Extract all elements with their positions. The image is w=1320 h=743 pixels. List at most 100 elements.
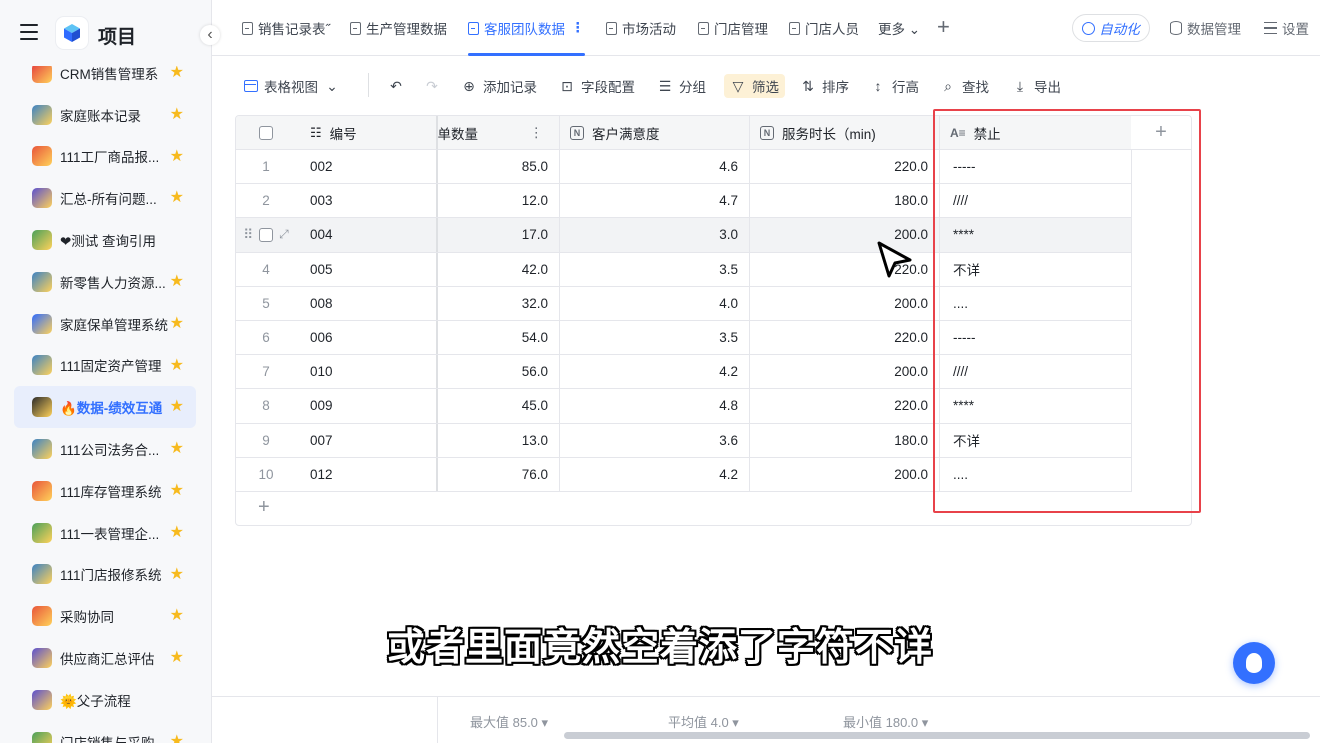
cell-satisfaction[interactable]: 4.0 bbox=[560, 286, 750, 320]
cell-qty[interactable]: 54.0 bbox=[438, 321, 560, 355]
tab-more-dropdown[interactable]: 更多 ⌄ bbox=[878, 18, 920, 38]
cell-satisfaction[interactable]: 4.8 bbox=[560, 389, 750, 423]
add-column-icon[interactable]: + bbox=[1131, 116, 1191, 150]
cell-forbidden[interactable]: //// bbox=[940, 355, 1132, 389]
add-record-button[interactable]: ⊕ 添加记录 bbox=[461, 76, 537, 96]
stat-max[interactable]: 最大值 85.0 ▾ bbox=[470, 712, 548, 731]
cell-forbidden[interactable]: **** bbox=[940, 218, 1132, 252]
menu-icon[interactable] bbox=[20, 24, 38, 42]
cell-id[interactable]: 006 bbox=[296, 321, 438, 355]
help-assistant-button[interactable] bbox=[1233, 642, 1275, 684]
table-row[interactable]: 2 003 12.0 4.7 180.0//// bbox=[236, 184, 1132, 219]
sidebar-item[interactable]: 111公司法务合... ★ bbox=[14, 428, 196, 470]
settings-button[interactable]: 设置 bbox=[1264, 18, 1309, 38]
cell-satisfaction[interactable]: 4.2 bbox=[560, 355, 750, 389]
cell-id[interactable]: 004 bbox=[296, 218, 438, 252]
cell-satisfaction[interactable]: 4.2 bbox=[560, 457, 750, 491]
cell-duration[interactable]: 180.0 bbox=[750, 423, 940, 457]
cell-forbidden[interactable]: .... bbox=[940, 286, 1132, 320]
add-tab-icon[interactable]: + bbox=[937, 14, 950, 40]
table-row[interactable]: 4 005 42.0 3.5 220.0 不详 bbox=[236, 252, 1132, 287]
cell-satisfaction[interactable]: 3.6 bbox=[560, 423, 750, 457]
find-button[interactable]: ⌕ 查找 bbox=[940, 76, 989, 96]
horizontal-scrollbar[interactable] bbox=[564, 732, 1310, 739]
cell-duration[interactable]: 200.0 bbox=[750, 355, 940, 389]
cell-duration[interactable]: 220.0 bbox=[750, 150, 940, 184]
cell-duration[interactable]: 220.0 bbox=[750, 389, 940, 423]
cell-duration[interactable]: 220.0 bbox=[750, 321, 940, 355]
sidebar-item[interactable]: 家庭账本记录 ★ bbox=[14, 94, 196, 136]
cell-satisfaction[interactable]: 4.6 bbox=[560, 150, 750, 184]
column-menu-icon[interactable]: ⋮ bbox=[530, 125, 544, 141]
table-row[interactable]: 7 010 56.0 4.2 200.0//// bbox=[236, 355, 1132, 390]
sidebar-item[interactable]: 🔥数据-绩效互通 ★ bbox=[14, 386, 196, 429]
column-header-qty[interactable]: 订单数量 ⋮ bbox=[438, 116, 560, 150]
cell-id[interactable]: 002 bbox=[296, 150, 438, 184]
tab-service-team-data[interactable]: 客服团队数据 ⋮ bbox=[468, 18, 585, 38]
tab-store-staff[interactable]: 门店人员 bbox=[789, 18, 859, 38]
tab-production-data[interactable]: 生产管理数据 bbox=[350, 18, 447, 38]
table-row[interactable]: ⠿ ⤢ 004 17.0 3.0 200.0 **** bbox=[236, 218, 1132, 253]
cell-forbidden[interactable]: ----- bbox=[940, 150, 1132, 184]
cell-qty[interactable]: 12.0 bbox=[438, 184, 560, 218]
cell-id[interactable]: 005 bbox=[296, 252, 438, 286]
cell-qty[interactable]: 56.0 bbox=[438, 355, 560, 389]
data-management-button[interactable]: 数据管理 bbox=[1170, 18, 1241, 38]
cell-id[interactable]: 012 bbox=[296, 457, 438, 491]
add-row-icon[interactable]: + bbox=[258, 496, 270, 519]
star-icon[interactable]: ★ bbox=[170, 106, 184, 123]
column-header-forbidden[interactable]: A≡ 禁止 bbox=[940, 116, 1132, 150]
filter-button[interactable]: ▽ 筛选 bbox=[724, 74, 785, 98]
stat-min[interactable]: 最小值 180.0 ▾ bbox=[843, 712, 928, 731]
cell-duration[interactable]: 180.0 bbox=[750, 184, 940, 218]
undo-button[interactable]: ↶ bbox=[388, 76, 404, 96]
cell-qty[interactable]: 76.0 bbox=[438, 457, 560, 491]
cell-id[interactable]: 009 bbox=[296, 389, 438, 423]
view-switcher[interactable]: 表格视图 ⌄ bbox=[244, 76, 340, 96]
sidebar-item[interactable]: 新零售人力资源... ★ bbox=[14, 261, 196, 303]
redo-button[interactable]: ↷ bbox=[424, 76, 440, 96]
cell-forbidden[interactable]: 不详 bbox=[940, 423, 1132, 457]
cell-duration[interactable]: 200.0 bbox=[750, 286, 940, 320]
column-header-duration[interactable]: N 服务时长（min) bbox=[750, 116, 940, 150]
cell-qty[interactable]: 45.0 bbox=[438, 389, 560, 423]
tab-sales-records[interactable]: 销售记录表˝ bbox=[242, 18, 330, 38]
field-config-button[interactable]: ⊡ 字段配置 bbox=[559, 76, 635, 96]
cell-satisfaction[interactable]: 3.5 bbox=[560, 252, 750, 286]
star-icon[interactable]: ★ bbox=[170, 65, 184, 81]
sidebar-item[interactable]: 111库存管理系统 ★ bbox=[14, 470, 196, 512]
table-row[interactable]: 9 007 13.0 3.6 180.0 不详 bbox=[236, 423, 1132, 458]
sidebar-item[interactable]: 门店销售与采购★ bbox=[14, 721, 196, 743]
export-button[interactable]: ⤓ 导出 bbox=[1012, 76, 1061, 96]
sidebar-item[interactable]: ❤测试 查询引用 bbox=[14, 219, 196, 261]
cell-satisfaction[interactable]: 3.5 bbox=[560, 321, 750, 355]
sidebar-item[interactable]: 111工厂商品报... ★ bbox=[14, 136, 196, 178]
cell-forbidden[interactable]: //// bbox=[940, 184, 1132, 218]
star-icon[interactable]: ★ bbox=[170, 733, 184, 743]
automation-button[interactable]: 自动化 bbox=[1072, 14, 1150, 42]
cell-forbidden[interactable]: .... bbox=[940, 457, 1132, 491]
star-icon[interactable]: ★ bbox=[170, 482, 184, 499]
collapse-sidebar-icon[interactable]: ‹ bbox=[200, 25, 220, 45]
tab-store-management[interactable]: 门店管理 bbox=[698, 18, 768, 38]
cell-id[interactable]: 010 bbox=[296, 355, 438, 389]
sidebar-item[interactable]: 111固定资产管理 ★ bbox=[14, 345, 196, 387]
cell-forbidden[interactable]: ----- bbox=[940, 321, 1132, 355]
table-row[interactable]: 1 002 85.0 4.6 220.0 ----- bbox=[236, 150, 1132, 185]
table-row[interactable]: 8 009 45.0 4.8 220.0 **** bbox=[236, 389, 1132, 424]
tab-marketing[interactable]: 市场活动 bbox=[606, 18, 676, 38]
cell-qty[interactable]: 17.0 bbox=[438, 218, 560, 252]
star-icon[interactable]: ★ bbox=[170, 315, 184, 332]
table-row[interactable]: 5 008 32.0 4.0 200.0.... bbox=[236, 286, 1132, 321]
row-height-button[interactable]: ↕ 行高 bbox=[870, 76, 920, 96]
star-icon[interactable]: ★ bbox=[170, 273, 184, 290]
cell-qty[interactable]: 85.0 bbox=[438, 150, 560, 184]
cell-satisfaction[interactable]: 3.0 bbox=[560, 218, 750, 252]
table-row[interactable]: 10 012 76.0 4.2 200.0.... bbox=[236, 457, 1132, 492]
star-icon[interactable]: ★ bbox=[170, 566, 184, 583]
row-checkbox[interactable] bbox=[259, 227, 274, 242]
table-row[interactable]: 6 006 54.0 3.5 220.0 ----- bbox=[236, 321, 1132, 356]
cell-qty[interactable]: 42.0 bbox=[438, 252, 560, 286]
more-vertical-icon[interactable]: ⋮ bbox=[571, 20, 585, 36]
sidebar-item[interactable]: 家庭保单管理系统 ★ bbox=[14, 303, 196, 345]
